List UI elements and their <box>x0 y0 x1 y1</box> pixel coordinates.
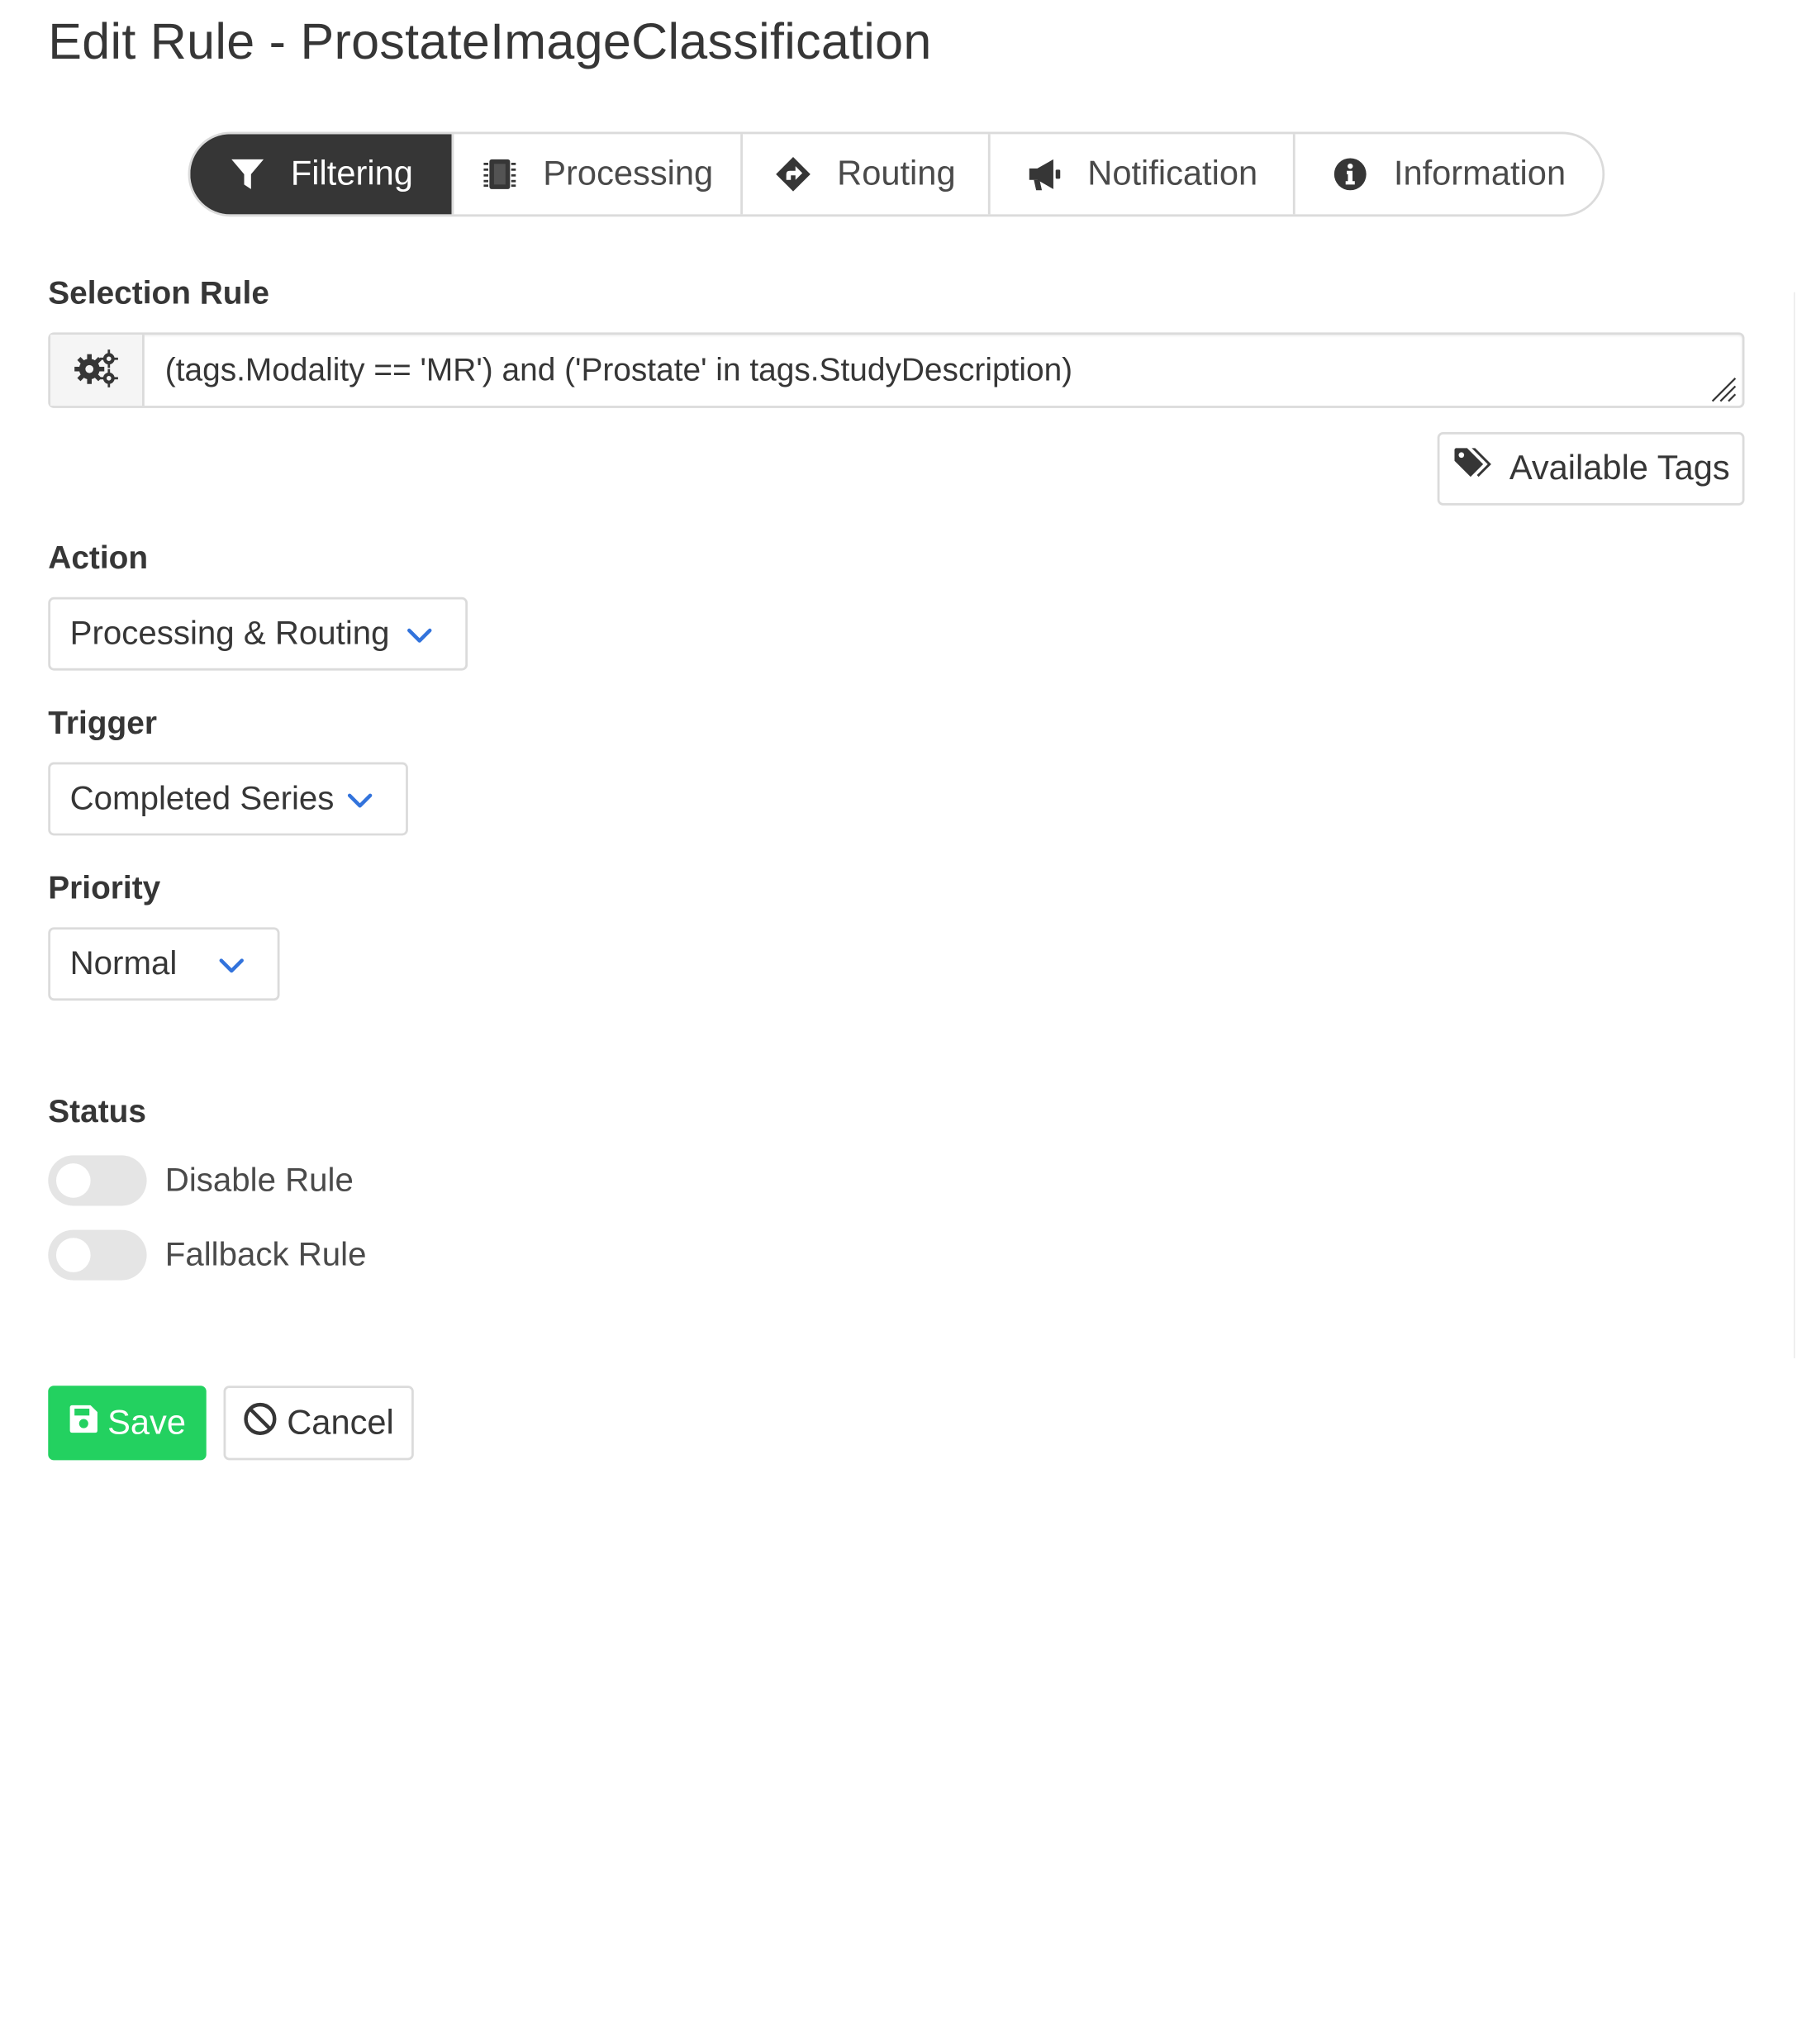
available-tags-label: Available Tags <box>1509 449 1730 487</box>
tab-label: Information <box>1393 154 1566 193</box>
rule-addon <box>50 335 145 406</box>
selection-rule-label: Selection Rule <box>48 274 269 311</box>
tags-icon <box>1452 446 1495 492</box>
priority-select[interactable]: Normal <box>48 927 280 1001</box>
chevron-down-icon <box>347 793 373 808</box>
scrollbar-track <box>1794 292 1795 1358</box>
save-icon <box>69 1404 98 1443</box>
fallback-rule-label: Fallback Rule <box>164 1236 367 1273</box>
action-value: Processing & Routing <box>69 615 390 652</box>
tab-filtering[interactable]: Filtering <box>190 134 452 215</box>
fallback-rule-row: Fallback Rule <box>48 1229 367 1281</box>
save-label: Save <box>107 1403 187 1442</box>
selection-rule-value: (tags.Modality == 'MR') and ('Prostate' … <box>164 351 1073 387</box>
save-button[interactable]: Save <box>48 1386 207 1461</box>
selection-rule-field[interactable]: (tags.Modality == 'MR') and ('Prostate' … <box>48 332 1745 408</box>
route-arrow-icon <box>775 156 811 193</box>
tab-label: Notification <box>1087 154 1258 193</box>
trigger-select[interactable]: Completed Series <box>48 762 408 836</box>
tab-routing[interactable]: Routing <box>740 134 988 215</box>
trigger-label: Trigger <box>48 705 157 741</box>
info-icon <box>1332 156 1368 193</box>
priority-value: Normal <box>69 944 178 982</box>
rule-tabs: Filtering Processing Routing Notificatio… <box>188 131 1605 217</box>
tab-information[interactable]: Information <box>1292 134 1603 215</box>
action-label: Action <box>48 540 149 576</box>
megaphone-icon <box>1025 156 1062 193</box>
disable-rule-label: Disable Rule <box>164 1162 354 1199</box>
trigger-value: Completed Series <box>69 780 335 817</box>
cancel-button[interactable]: Cancel <box>223 1386 414 1461</box>
toggle-knob <box>55 1238 91 1272</box>
fallback-rule-toggle[interactable] <box>48 1229 147 1281</box>
tab-label: Processing <box>543 154 714 193</box>
tab-processing[interactable]: Processing <box>451 134 741 215</box>
resize-grip-icon[interactable] <box>1708 373 1738 403</box>
priority-label: Priority <box>48 869 161 906</box>
chevron-down-icon <box>219 958 244 973</box>
cancel-label: Cancel <box>287 1403 394 1442</box>
action-select[interactable]: Processing & Routing <box>48 597 468 671</box>
tab-label: Filtering <box>290 154 413 193</box>
tab-notification[interactable]: Notification <box>987 134 1293 215</box>
page-title: Edit Rule - ProstateImageClassification <box>48 13 932 70</box>
ban-icon <box>244 1401 278 1445</box>
gears-icon <box>74 348 119 392</box>
status-label: Status <box>48 1093 146 1129</box>
toggle-knob <box>55 1163 91 1198</box>
chip-icon <box>481 156 517 193</box>
selection-rule-input[interactable]: (tags.Modality == 'MR') and ('Prostate' … <box>145 335 1742 406</box>
available-tags-button[interactable]: Available Tags <box>1437 432 1745 506</box>
disable-rule-row: Disable Rule <box>48 1155 354 1206</box>
chevron-down-icon <box>407 628 432 643</box>
tab-label: Routing <box>837 154 956 193</box>
filter-icon <box>229 156 265 193</box>
disable-rule-toggle[interactable] <box>48 1155 147 1206</box>
